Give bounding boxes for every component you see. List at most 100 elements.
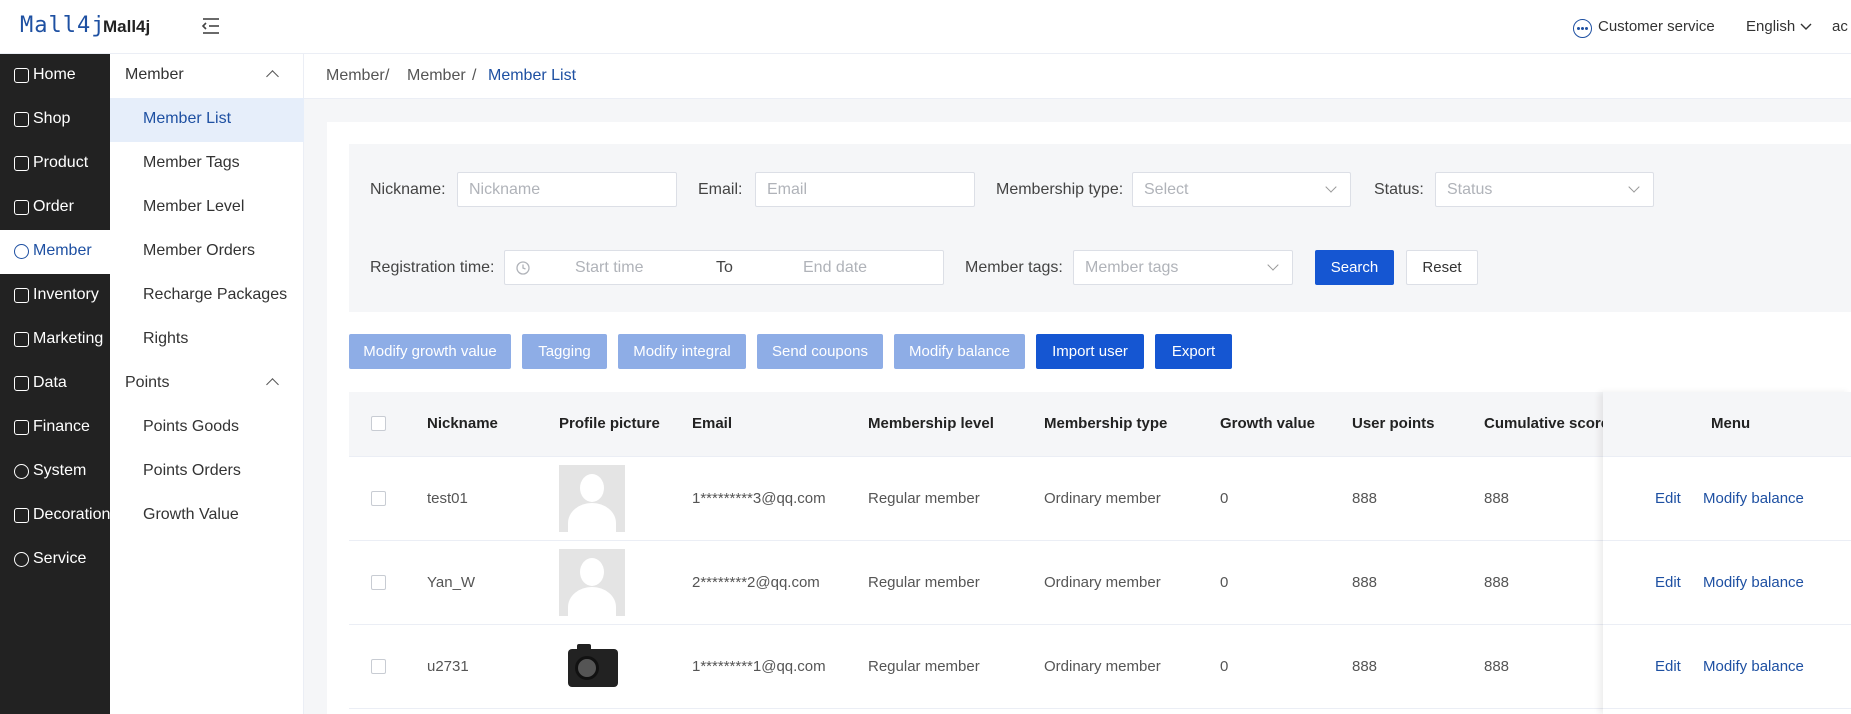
submenu-item-rights[interactable]: Rights <box>110 318 304 362</box>
status-label: Status: <box>1374 181 1424 198</box>
breadcrumb-item[interactable]: Member <box>407 67 466 85</box>
chevron-up-icon[interactable] <box>266 378 279 391</box>
end-date-placeholder: End date <box>803 259 868 276</box>
cumulative-score-cell: 888 <box>1484 490 1510 507</box>
modify-balance-link[interactable]: Modify balance <box>1703 490 1804 507</box>
menu-column-header: Menu <box>1603 392 1851 457</box>
submenu-item-label: Member Tags <box>143 154 240 171</box>
send-coupons-button[interactable]: Send coupons <box>757 334 883 369</box>
tagging-button[interactable]: Tagging <box>522 334 607 369</box>
submenu-item-member-list[interactable]: Member List <box>110 98 304 142</box>
submenu-item-growth-value[interactable]: Growth Value <box>110 494 304 538</box>
collapse-menu-icon[interactable] <box>201 17 221 35</box>
sidebar-item-shop[interactable]: Shop <box>0 98 110 142</box>
customer-service-icon[interactable] <box>1573 19 1592 38</box>
member-icon <box>14 244 29 259</box>
submenu-item-member-tags[interactable]: Member Tags <box>110 142 304 186</box>
nickname-label: Nickname: <box>370 181 446 198</box>
email-cell: 2********2@qq.com <box>692 574 820 591</box>
email-cell: 1*********1@qq.com <box>692 658 826 675</box>
membership-type-cell: Ordinary member <box>1044 574 1161 591</box>
row-checkbox[interactable] <box>371 659 386 674</box>
status-placeholder: Status <box>1447 181 1493 198</box>
sidebar-item-service[interactable]: Service <box>0 538 110 582</box>
sidebar-item-order[interactable]: Order <box>0 186 110 230</box>
sidebar-item-finance[interactable]: Finance <box>0 406 110 450</box>
user-points-cell: 888 <box>1352 490 1378 507</box>
breadcrumb-separator: / <box>472 67 477 84</box>
modify-growth-value-button[interactable]: Modify growth value <box>349 334 511 369</box>
product-icon <box>14 156 29 171</box>
nickname-cell: test01 <box>427 490 468 507</box>
email-input[interactable]: Email <box>755 172 975 207</box>
edit-link[interactable]: Edit <box>1655 658 1681 675</box>
reset-button[interactable]: Reset <box>1406 250 1478 285</box>
sidebar-item-label: Product <box>33 154 89 171</box>
default-avatar-image <box>559 549 625 616</box>
modify-balance-link[interactable]: Modify balance <box>1703 574 1804 591</box>
member-tags-placeholder: Member tags <box>1085 259 1179 276</box>
top-bar: Mall4j Mall4j Customer service English a… <box>0 0 1851 54</box>
breadcrumb-item[interactable]: Member <box>326 67 385 85</box>
membership-type-label: Membership type: <box>996 181 1124 198</box>
modify-balance-button[interactable]: Modify balance <box>894 334 1025 369</box>
edit-link[interactable]: Edit <box>1655 490 1681 507</box>
chevron-up-icon[interactable] <box>266 70 279 83</box>
import-user-button[interactable]: Import user <box>1036 334 1144 369</box>
inventory-icon <box>14 288 29 303</box>
sidebar-item-label: Service <box>33 550 87 567</box>
nickname-input[interactable]: Nickname <box>457 172 677 207</box>
start-time-placeholder: Start time <box>575 259 644 276</box>
submenu-item-points-goods[interactable]: Points Goods <box>110 406 304 450</box>
submenu-group-member[interactable]: Member <box>125 66 184 84</box>
edit-link[interactable]: Edit <box>1655 574 1681 591</box>
submenu-group-points[interactable]: Points <box>125 374 169 392</box>
modify-integral-button[interactable]: Modify integral <box>618 334 746 369</box>
membership-type-placeholder: Select <box>1144 181 1189 198</box>
member-submenu: Member Member List Member Tags Member Le… <box>110 54 304 714</box>
row-checkbox[interactable] <box>371 491 386 506</box>
sidebar-item-inventory[interactable]: Inventory <box>0 274 110 318</box>
sidebar-item-decoration[interactable]: Decoration <box>0 494 110 538</box>
sidebar-item-member[interactable]: Member <box>0 230 110 274</box>
modify-balance-link[interactable]: Modify balance <box>1703 658 1804 675</box>
search-button[interactable]: Search <box>1315 250 1394 285</box>
membership-level-cell: Regular member <box>868 658 980 675</box>
member-tags-select[interactable]: Member tags <box>1073 250 1293 285</box>
sidebar-item-marketing[interactable]: Marketing <box>0 318 110 362</box>
breadcrumb-separator: / <box>385 67 390 84</box>
home-icon <box>14 68 29 83</box>
row-actions: Edit Modify balance <box>1603 541 1851 625</box>
chevron-down-icon <box>1628 181 1640 193</box>
growth-value-cell: 0 <box>1220 574 1229 591</box>
sidebar-item-system[interactable]: System <box>0 450 110 494</box>
row-actions: Edit Modify balance <box>1603 625 1851 709</box>
customer-service-link[interactable]: Customer service <box>1598 18 1715 35</box>
submenu-item-member-orders[interactable]: Member Orders <box>110 230 304 274</box>
sidebar-item-home[interactable]: Home <box>0 54 110 98</box>
column-header-membership-level: Membership level <box>868 415 994 432</box>
main-sidebar: Home Shop Product Order Member Inventory… <box>0 54 110 714</box>
membership-type-select[interactable]: Select <box>1132 172 1351 207</box>
logo: Mall4j <box>20 13 105 38</box>
registration-date-range[interactable]: Start time To End date <box>504 250 944 285</box>
language-selector[interactable]: English <box>1746 18 1812 35</box>
status-select[interactable]: Status <box>1435 172 1654 207</box>
user-points-cell: 888 <box>1352 658 1378 675</box>
nickname-placeholder: Nickname <box>469 181 541 198</box>
range-separator: To <box>716 259 733 276</box>
cumulative-score-cell: 888 <box>1484 574 1510 591</box>
membership-type-cell: Ordinary member <box>1044 658 1161 675</box>
submenu-item-points-orders[interactable]: Points Orders <box>110 450 304 494</box>
select-all-checkbox[interactable] <box>371 416 386 431</box>
submenu-item-member-level[interactable]: Member Level <box>110 186 304 230</box>
sidebar-item-data[interactable]: Data <box>0 362 110 406</box>
row-checkbox[interactable] <box>371 575 386 590</box>
export-button[interactable]: Export <box>1155 334 1232 369</box>
user-menu[interactable]: ac <box>1832 18 1848 35</box>
sidebar-item-product[interactable]: Product <box>0 142 110 186</box>
submenu-item-label: Member Orders <box>143 242 256 259</box>
chat-icon <box>14 552 29 567</box>
column-header-growth-value: Growth value <box>1220 415 1316 432</box>
submenu-item-recharge-packages[interactable]: Recharge Packages <box>110 274 304 318</box>
